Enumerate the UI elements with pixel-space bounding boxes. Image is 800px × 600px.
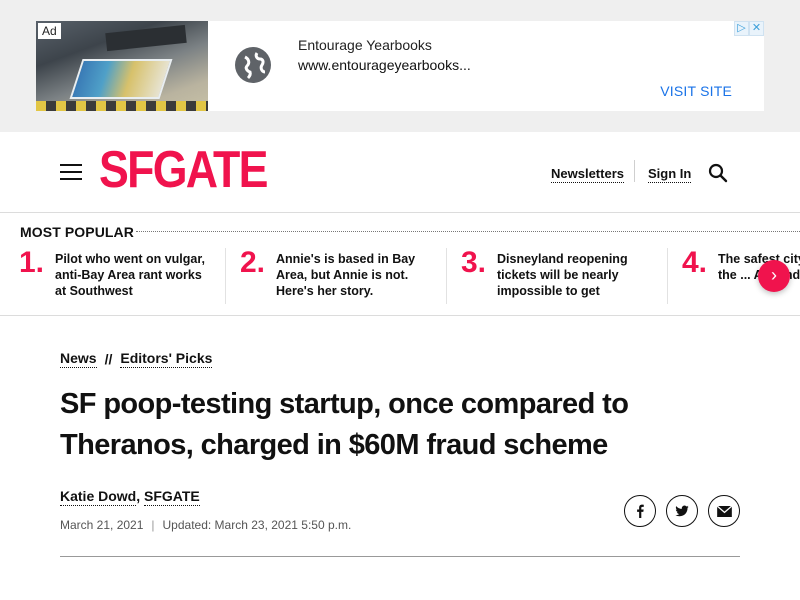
ad-choices[interactable]: ▷ ✕ (734, 21, 764, 36)
popular-divider (446, 248, 447, 304)
popular-rank: 4. (682, 248, 708, 279)
date-separator: | (151, 518, 155, 532)
hamburger-menu-icon[interactable] (60, 164, 82, 180)
popular-rank: 1. (19, 246, 45, 279)
ad-choices-icon[interactable]: ▷ (734, 21, 749, 36)
article-headline: SF poop-testing startup, once compared t… (60, 388, 629, 461)
close-icon[interactable]: ✕ (749, 21, 764, 36)
most-popular-rule (136, 231, 800, 232)
ad-unit[interactable]: Ad Entourage Yearbooks www.entourageyear… (36, 21, 764, 111)
popular-item-2[interactable]: 2. Annie's is based in Bay Area, but Ann… (240, 248, 440, 304)
popular-item-3[interactable]: 3. Disneyland reopening tickets will be … (461, 248, 661, 304)
ad-banner-area: Ad Entourage Yearbooks www.entourageyear… (0, 0, 800, 132)
facebook-icon[interactable] (624, 495, 656, 527)
popular-rank: 2. (240, 246, 266, 279)
twitter-icon[interactable] (666, 495, 698, 527)
popular-rank: 3. (461, 246, 487, 279)
popular-title[interactable]: Pilot who went on vulgar, anti-Bay Area … (55, 251, 215, 299)
ad-badge: Ad (38, 23, 61, 39)
visit-site-button[interactable]: VISIT SITE (660, 83, 732, 99)
popular-item-1[interactable]: 1. Pilot who went on vulgar, anti-Bay Ar… (19, 248, 219, 304)
popular-divider (667, 248, 668, 304)
breadcrumb-news[interactable]: News (60, 350, 97, 368)
email-icon[interactable] (708, 495, 740, 527)
popular-title[interactable]: Disneyland reopening tickets will be nea… (497, 251, 637, 299)
ad-title[interactable]: Entourage Yearbooks (298, 37, 432, 53)
most-popular-strip: MOST POPULAR 1. Pilot who went on vulgar… (0, 213, 800, 316)
byline: Katie Dowd , SFGATE (60, 488, 200, 506)
sign-in-link[interactable]: Sign In (648, 166, 692, 183)
popular-divider (225, 248, 226, 304)
outlet-link[interactable]: SFGATE (144, 488, 200, 506)
article-header-rule (60, 556, 740, 557)
author-link[interactable]: Katie Dowd (60, 488, 137, 506)
site-header: SFGATE Newsletters Sign In (0, 132, 800, 213)
byline-comma: , (136, 488, 145, 504)
breadcrumb-editors-picks[interactable]: Editors' Picks (120, 350, 213, 368)
site-logo[interactable]: SFGATE (99, 144, 268, 196)
ad-image[interactable]: Ad (36, 21, 208, 111)
breadcrumb-separator: // (104, 351, 113, 367)
most-popular-heading: MOST POPULAR (20, 224, 134, 240)
breadcrumb: News // Editors' Picks (60, 350, 213, 368)
ad-url[interactable]: www.entourageyearbooks... (298, 57, 471, 73)
header-divider (634, 160, 635, 182)
chevron-right-icon[interactable]: › (758, 260, 790, 292)
search-icon[interactable] (708, 163, 728, 183)
globe-icon (235, 47, 271, 83)
newsletters-link[interactable]: Newsletters (551, 166, 624, 183)
popular-title[interactable]: Annie's is based in Bay Area, but Annie … (276, 251, 426, 299)
article-dates: March 21, 2021 | Updated: March 23, 2021… (60, 518, 351, 532)
published-date: March 21, 2021 (60, 518, 144, 532)
updated-date: Updated: March 23, 2021 5:50 p.m. (162, 518, 352, 532)
